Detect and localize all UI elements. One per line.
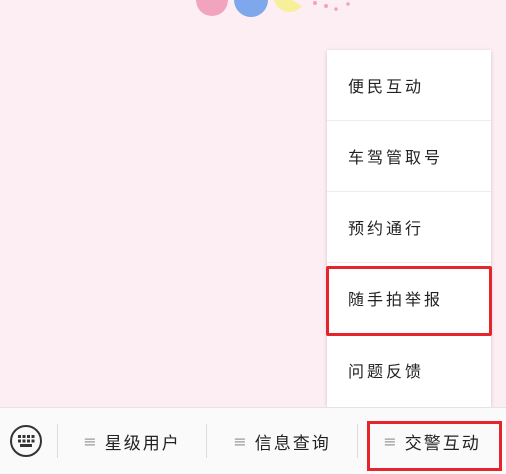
- pink-pacman-shape: [196, 0, 228, 16]
- tab-label: 交警互动: [404, 433, 481, 454]
- tab-traffic-police-interaction[interactable]: ≡ 交警互动: [358, 408, 506, 474]
- menu-item-label: 便民互动: [348, 77, 425, 96]
- menu-item-vehicle-license-queue[interactable]: 车驾管取号: [327, 121, 491, 192]
- tab-label: 星级用户: [104, 433, 181, 454]
- menu-lines-icon: ≡: [83, 431, 97, 451]
- tab-info-query[interactable]: ≡ 信息查询: [207, 408, 357, 474]
- decorative-header-graphic: [196, 0, 350, 17]
- menu-item-label: 问题反馈: [348, 361, 425, 381]
- menu-lines-icon: ≡: [383, 431, 397, 451]
- menu-item-label: 车驾管取号: [348, 148, 444, 167]
- keyboard-icon: [18, 435, 35, 447]
- bottom-menu-bar: ≡ 星级用户 ≡ 信息查询 ≡ 交警互动: [0, 407, 506, 474]
- menu-item-feedback[interactable]: 问题反馈: [327, 334, 491, 405]
- menu-item-convenience-interaction[interactable]: 便民互动: [327, 50, 491, 121]
- dot-shape: [334, 7, 338, 11]
- menu-item-snapshot-report[interactable]: 随手拍举报: [327, 263, 491, 334]
- menu-item-appointment-pass[interactable]: 预约通行: [327, 192, 491, 263]
- interaction-popup-menu: 便民互动 车驾管取号 预约通行 随手拍举报 问题反馈: [327, 50, 491, 407]
- tab-star-user[interactable]: ≡ 星级用户: [58, 408, 206, 474]
- menu-lines-icon: ≡: [233, 431, 247, 451]
- tab-label: 信息查询: [254, 433, 331, 454]
- menu-item-label: 随手拍举报: [348, 290, 444, 309]
- yellow-pacman-shape: [274, 0, 302, 13]
- dot-shape: [324, 4, 328, 8]
- menu-item-label: 预约通行: [348, 219, 425, 238]
- dot-shape: [313, 1, 317, 5]
- blue-pacman-shape: [234, 0, 268, 17]
- dot-shape: [346, 2, 350, 6]
- keyboard-toggle-button[interactable]: [10, 425, 42, 457]
